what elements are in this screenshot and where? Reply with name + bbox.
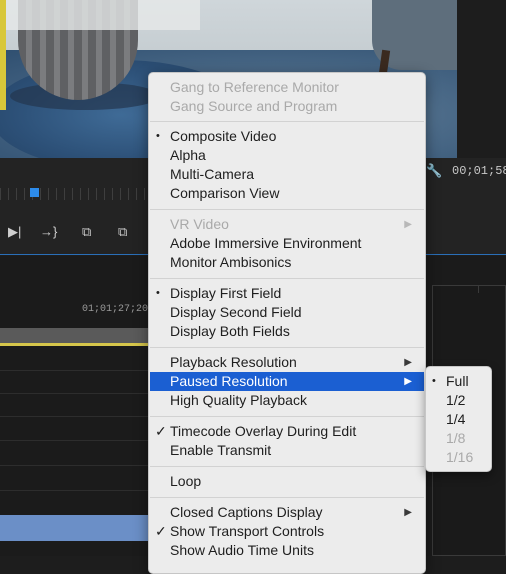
menu-item-show-transport-controls[interactable]: ✓ Show Transport Controls [150,522,424,541]
menu-item-vr-video[interactable]: VR Video ▶ [150,215,424,234]
menu-item-loop[interactable]: Loop [150,472,424,491]
menu-item-playback-resolution[interactable]: Playback Resolution ▶ [150,353,424,372]
submenu-arrow-icon: ▶ [404,507,412,518]
audio-meter-divider [478,285,479,293]
menu-separator [150,347,424,348]
track-divider [0,370,150,371]
menu-item-adobe-immersive-environment[interactable]: Adobe Immersive Environment [150,234,424,253]
menu-separator [150,416,424,417]
submenu-item-eighth[interactable]: 1/8 [426,429,465,448]
submenu-item-quarter[interactable]: 1/4 [426,410,465,429]
video-yellow-edge [0,0,6,110]
menu-separator [150,121,424,122]
paused-resolution-submenu: • Full 1/2 1/4 1/8 1/16 [425,366,492,472]
selected-dot-icon: • [432,375,436,387]
track-divider [0,465,150,466]
lift-icon[interactable]: ⧉ [82,224,91,240]
monitor-time-ruler[interactable] [0,188,150,200]
menu-item-paused-resolution[interactable]: Paused Resolution ▶ [150,372,424,391]
submenu-arrow-icon: ▶ [404,376,412,387]
submenu-item-sixteenth[interactable]: 1/16 [426,448,473,467]
submenu-arrow-icon: ▶ [404,357,412,368]
menu-item-show-audio-time-units[interactable]: Show Audio Time Units [150,541,424,560]
submenu-item-full[interactable]: • Full [426,372,469,391]
wrench-icon[interactable]: 🔧 [426,163,442,179]
menu-item-enable-transmit[interactable]: Enable Transmit [150,441,424,460]
program-timecode: 00;01;58 [452,164,506,178]
monitor-context-menu: Gang to Reference Monitor Gang Source an… [148,72,426,574]
checkmark-icon: ✓ [155,523,167,539]
extract-icon[interactable]: ⧉ [118,224,127,240]
selected-dot-icon: • [156,287,160,299]
menu-item-high-quality-playback[interactable]: High Quality Playback [150,391,424,410]
timeline-ruler-timecode: 01;01;27;20 [82,304,149,315]
menu-item-display-first-field[interactable]: • Display First Field [150,284,424,303]
timeline-work-area[interactable] [0,328,150,343]
submenu-arrow-icon: ▶ [404,219,412,230]
menu-separator [150,209,424,210]
step-forward-icon[interactable]: ▶︎| [8,224,21,240]
video-glass-table [0,0,200,30]
timeline-clip[interactable] [0,515,150,541]
menu-item-gang-reference-monitor[interactable]: Gang to Reference Monitor [150,78,424,97]
menu-item-closed-captions-display[interactable]: Closed Captions Display ▶ [150,503,424,522]
menu-item-comparison-view[interactable]: Comparison View [150,184,424,203]
menu-item-display-second-field[interactable]: Display Second Field [150,303,424,322]
menu-item-multi-camera[interactable]: Multi-Camera [150,165,424,184]
submenu-item-half[interactable]: 1/2 [426,391,465,410]
menu-item-monitor-ambisonics[interactable]: Monitor Ambisonics [150,253,424,272]
checkmark-icon: ✓ [155,423,167,439]
track-divider [0,416,150,417]
go-to-out-icon[interactable]: →} [40,224,57,239]
selected-dot-icon: • [156,130,160,142]
track-divider [0,393,150,394]
track-divider [0,490,150,491]
menu-separator [150,497,424,498]
menu-item-display-both-fields[interactable]: Display Both Fields [150,322,424,341]
menu-item-composite-video[interactable]: • Composite Video [150,127,424,146]
menu-item-timecode-overlay[interactable]: ✓ Timecode Overlay During Edit [150,422,424,441]
menu-item-alpha[interactable]: Alpha [150,146,424,165]
playhead-marker[interactable] [30,188,39,197]
track-divider [0,440,150,441]
menu-item-gang-source-program[interactable]: Gang Source and Program [150,97,424,116]
menu-separator [150,466,424,467]
timeline-render-bar [0,343,150,346]
menu-separator [150,278,424,279]
